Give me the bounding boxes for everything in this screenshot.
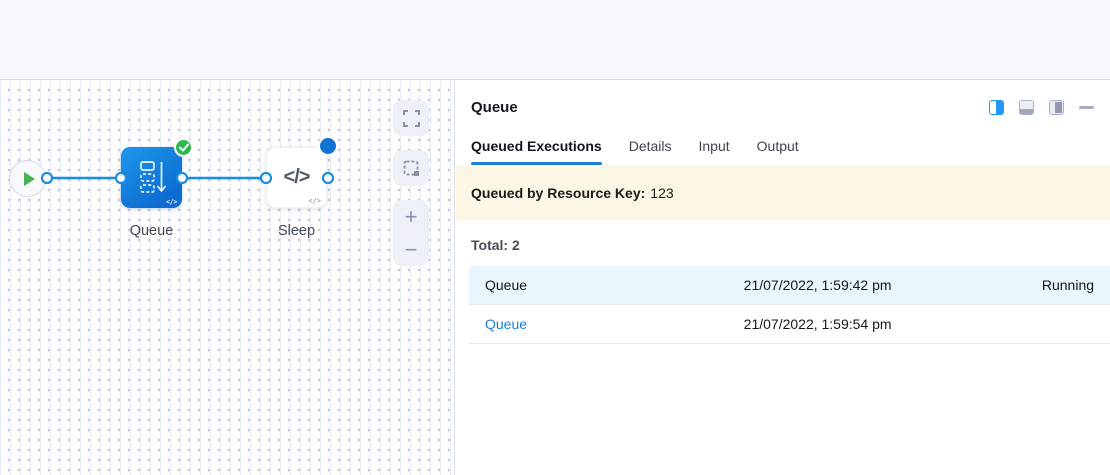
zoom-out-button[interactable]: − xyxy=(393,233,429,266)
node-queue[interactable]: </> xyxy=(121,147,182,208)
banner-label: Queued by Resource Key: xyxy=(471,185,645,201)
code-glyph: </> xyxy=(308,197,321,205)
panel-tabs: Queued Executions Details Input Output xyxy=(456,138,1110,165)
success-badge-icon xyxy=(174,138,193,157)
execution-timestamp: 21/07/2022, 1:59:54 pm xyxy=(701,316,935,332)
panel-title: Queue xyxy=(471,99,518,116)
execution-name-link[interactable]: Queue xyxy=(469,316,701,332)
play-icon xyxy=(24,172,35,186)
table-row[interactable]: Queue 21/07/2022, 1:59:54 pm xyxy=(469,305,1110,344)
resource-key-banner: Queued by Resource Key: 123 xyxy=(456,165,1110,220)
canvas-toolbar: + − xyxy=(393,100,429,266)
execution-timestamp: 21/07/2022, 1:59:42 pm xyxy=(701,277,935,293)
workflow-canvas[interactable]: </> Queue </> </> Sleep xyxy=(0,81,455,475)
zoom-controls: + − xyxy=(393,200,429,266)
code-glyph: </> xyxy=(166,198,177,206)
dock-bottom-icon[interactable] xyxy=(1019,100,1034,115)
tab-details[interactable]: Details xyxy=(629,138,672,165)
node-label-queue: Queue xyxy=(106,223,197,239)
node-label-sleep: Sleep xyxy=(251,223,342,239)
panel-header: Queue xyxy=(456,81,1110,116)
tab-input[interactable]: Input xyxy=(699,138,730,165)
tab-output[interactable]: Output xyxy=(757,138,799,165)
table-row[interactable]: Queue 21/07/2022, 1:59:42 pm Running xyxy=(469,266,1110,305)
edge-layer xyxy=(0,81,455,475)
panel-window-controls xyxy=(989,100,1094,115)
app-root: </> Queue </> </> Sleep xyxy=(0,0,1110,475)
fit-icon xyxy=(403,110,420,127)
node-sleep[interactable]: </> </> xyxy=(266,147,327,208)
dock-right-icon[interactable] xyxy=(1049,100,1064,115)
queued-badge-icon xyxy=(318,136,338,156)
tab-queued-executions[interactable]: Queued Executions xyxy=(471,138,602,165)
total-count: Total: 2 xyxy=(471,237,1095,253)
top-header xyxy=(0,0,1110,80)
code-icon: </> xyxy=(284,166,310,189)
execution-status: Running xyxy=(935,277,1110,293)
execution-name: Queue xyxy=(469,277,701,293)
start-node[interactable] xyxy=(9,160,46,197)
queue-icon xyxy=(136,159,168,197)
marquee-icon xyxy=(403,160,420,177)
banner-value: 123 xyxy=(650,185,673,201)
minimize-icon[interactable] xyxy=(1079,106,1094,109)
zoom-in-button[interactable]: + xyxy=(393,200,429,233)
connector-handles xyxy=(0,81,455,475)
split-view-icon[interactable] xyxy=(989,100,1004,115)
executions-table: Queue 21/07/2022, 1:59:42 pm Running Que… xyxy=(469,266,1110,344)
fit-to-screen-button[interactable] xyxy=(393,100,429,136)
marquee-select-button[interactable] xyxy=(393,150,429,186)
details-panel: Queue Queued Executions Details Input Ou… xyxy=(456,81,1110,475)
